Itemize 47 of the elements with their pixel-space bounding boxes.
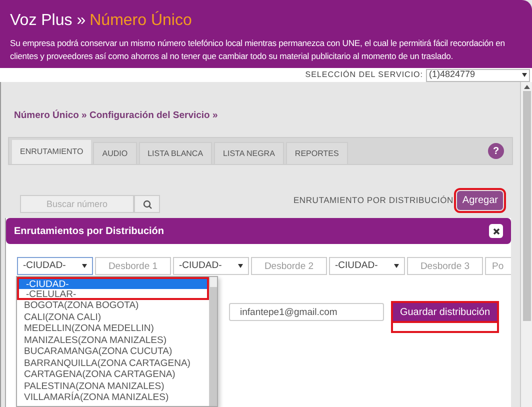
dropdown-option[interactable]: VILLAMARÍA(ZONA MANIZALES) bbox=[17, 392, 209, 404]
dropdown-caret-icon bbox=[522, 73, 527, 77]
dialog-title: Enrutamientos por Distribución bbox=[14, 224, 164, 238]
dropdown-option[interactable]: CALI(ZONA CALI) bbox=[17, 312, 209, 323]
overflow-field[interactable]: Desborde 3 bbox=[407, 257, 483, 275]
dropdown-caret-icon bbox=[82, 264, 87, 268]
dropdown-option[interactable]: PALESTINA(ZONA MANIZALES) bbox=[17, 380, 209, 392]
dropdown-option[interactable]: -CIUDAD- bbox=[17, 277, 209, 288]
dropdown-caret-icon bbox=[238, 264, 243, 268]
add-button[interactable]: Agregar bbox=[457, 191, 503, 210]
dropdown-option[interactable]: BARRANQUILLA(ZONA CARTAGENA) bbox=[17, 358, 209, 369]
tab[interactable]: REPORTES bbox=[286, 142, 348, 164]
dropdown-option[interactable]: MANIZALES(ZONA MANIZALES) bbox=[17, 334, 209, 346]
description-text: Su empresa podrá conservar un mismo número telefónico local mientras permanezca con UNE, el cual le permitirá fácil recordación en clientes y proveedores así como ahorros al no tener que cambiar todo su material publicitario al momento de un traslado. bbox=[10, 37, 506, 63]
page-title-highlight: Número Único bbox=[90, 10, 192, 31]
dropdown-option[interactable]: BOGOTA(ZONA BOGOTA) bbox=[17, 300, 209, 312]
close-icon bbox=[492, 228, 500, 234]
search-icon bbox=[142, 200, 152, 208]
save-distribution-button[interactable]: Guardar distribución bbox=[393, 303, 497, 321]
help-button[interactable]: ? bbox=[488, 143, 504, 159]
search-button[interactable] bbox=[134, 195, 160, 213]
overflow-field[interactable]: Po bbox=[485, 257, 511, 275]
close-button[interactable] bbox=[489, 224, 503, 238]
scroll-up-icon[interactable] bbox=[524, 85, 530, 89]
page-title: Voz Plus » bbox=[10, 11, 86, 31]
city-select[interactable]: -CIUDAD- bbox=[17, 257, 93, 275]
dropdown-option[interactable]: -CELULAR- bbox=[17, 288, 209, 300]
distribution-label: ENRUTAMIENTO POR DISTRIBUCIÓN bbox=[293, 194, 454, 207]
service-label: SELECCIÓN DEL SERVICIO: bbox=[305, 69, 423, 81]
dropdown-option[interactable]: CARTAGENA(ZONA CARTAGENA) bbox=[17, 369, 209, 380]
overflow-field[interactable]: Desborde 1 bbox=[95, 257, 171, 275]
search-field[interactable]: Buscar número bbox=[20, 195, 134, 213]
service-select[interactable]: (1)4824779 bbox=[426, 68, 530, 82]
tab[interactable]: ENRUTAMIENTO bbox=[12, 140, 92, 164]
dropdown-option[interactable]: MEDELLIN(ZONA MEDELLIN) bbox=[17, 323, 209, 334]
tab[interactable]: LISTA BLANCA bbox=[138, 142, 212, 164]
scrollbar[interactable] bbox=[520, 82, 532, 407]
dropdown-option[interactable]: BUCARAMANGA(ZONA CUCUTA) bbox=[17, 346, 209, 358]
city-select[interactable]: -CIUDAD- bbox=[329, 257, 405, 275]
tab[interactable]: AUDIO bbox=[93, 142, 137, 164]
email-field[interactable]: infantepe1@gmail.com bbox=[229, 303, 384, 321]
overflow-field[interactable]: Desborde 2 bbox=[251, 257, 327, 275]
tab[interactable]: LISTA NEGRA bbox=[214, 142, 284, 164]
dropdown-caret-icon bbox=[394, 264, 399, 268]
breadcrumb-text: Número Único » Configuración del Servicio » bbox=[13, 109, 219, 123]
scrollbar[interactable] bbox=[209, 277, 217, 406]
city-select[interactable]: -CIUDAD- bbox=[173, 257, 249, 275]
